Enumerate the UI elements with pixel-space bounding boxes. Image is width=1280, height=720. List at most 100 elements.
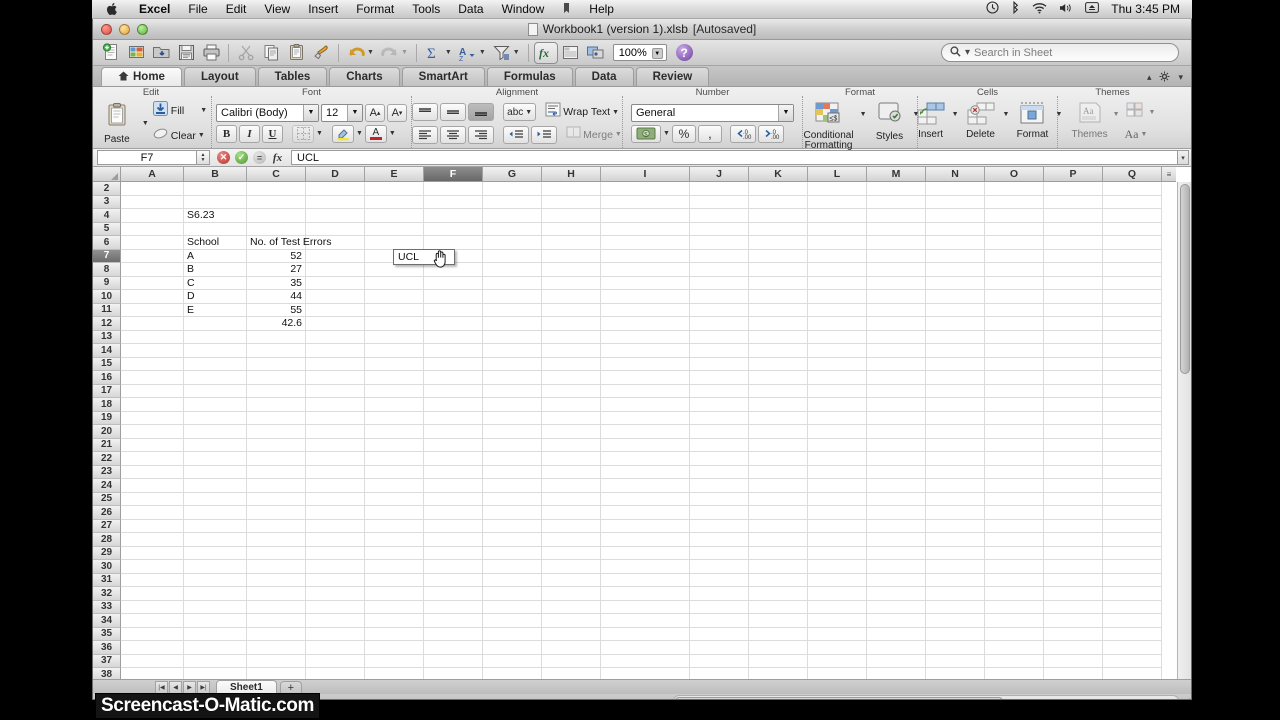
cell-B5[interactable] xyxy=(184,222,247,236)
cell-A17[interactable] xyxy=(121,384,184,398)
cell-C37[interactable] xyxy=(247,654,306,668)
cell-J5[interactable] xyxy=(690,222,749,236)
row-header-26[interactable]: 26 xyxy=(93,506,121,520)
cell-L16[interactable] xyxy=(808,371,867,385)
cell-M30[interactable] xyxy=(867,560,926,574)
cell-M36[interactable] xyxy=(867,641,926,655)
highlight-dropdown-caret[interactable]: ▼ xyxy=(356,130,363,137)
cell-B12[interactable] xyxy=(184,317,247,331)
cell-P6[interactable] xyxy=(1044,236,1103,250)
cell-Q35[interactable] xyxy=(1103,627,1162,641)
cell-G38[interactable] xyxy=(483,668,542,679)
cell-A33[interactable] xyxy=(121,600,184,614)
cell-P12[interactable] xyxy=(1044,317,1103,331)
cell-I14[interactable] xyxy=(601,344,690,358)
cell-B25[interactable] xyxy=(184,492,247,506)
cell-F6[interactable] xyxy=(424,236,483,250)
cell-H2[interactable] xyxy=(542,182,601,196)
cell-G32[interactable] xyxy=(483,587,542,601)
cell-O14[interactable] xyxy=(985,344,1044,358)
cell-I30[interactable] xyxy=(601,560,690,574)
theme-fonts-caret[interactable]: ▼ xyxy=(1141,131,1148,138)
cell-A13[interactable] xyxy=(121,330,184,344)
menu-help[interactable]: Help xyxy=(580,2,623,16)
menu-insert[interactable]: Insert xyxy=(299,2,347,16)
cell-O3[interactable] xyxy=(985,195,1044,209)
cell-D12[interactable] xyxy=(306,317,365,331)
cell-B35[interactable] xyxy=(184,627,247,641)
cell-E17[interactable] xyxy=(365,384,424,398)
cell-I33[interactable] xyxy=(601,600,690,614)
cell-B19[interactable] xyxy=(184,411,247,425)
cell-L17[interactable] xyxy=(808,384,867,398)
cell-J30[interactable] xyxy=(690,560,749,574)
cell-O24[interactable] xyxy=(985,479,1044,493)
scissors-icon[interactable] xyxy=(234,42,258,64)
cell-N8[interactable] xyxy=(926,263,985,277)
cell-E21[interactable] xyxy=(365,438,424,452)
cell-D10[interactable] xyxy=(306,290,365,304)
search-scope-caret[interactable]: ▾ xyxy=(965,47,970,58)
cell-C30[interactable] xyxy=(247,560,306,574)
cell-D29[interactable] xyxy=(306,546,365,560)
font-family-select[interactable]: Calibri (Body) ▼ xyxy=(216,103,319,122)
cell-L14[interactable] xyxy=(808,344,867,358)
cell-I8[interactable] xyxy=(601,263,690,277)
cell-L24[interactable] xyxy=(808,479,867,493)
cell-B21[interactable] xyxy=(184,438,247,452)
cell-E3[interactable] xyxy=(365,195,424,209)
cell-G6[interactable] xyxy=(483,236,542,250)
cell-E11[interactable] xyxy=(365,303,424,317)
cell-C36[interactable] xyxy=(247,641,306,655)
cell-E33[interactable] xyxy=(365,600,424,614)
tab-layout[interactable]: Layout xyxy=(183,67,256,86)
row-header-12[interactable]: 12 xyxy=(93,317,121,331)
cell-B33[interactable] xyxy=(184,600,247,614)
cell-F31[interactable] xyxy=(424,573,483,587)
cell-K23[interactable] xyxy=(749,465,808,479)
fill-button[interactable]: Fill ▼ xyxy=(152,100,207,122)
cell-O27[interactable] xyxy=(985,519,1044,533)
cell-C10[interactable]: 44 xyxy=(247,290,306,304)
cell-K26[interactable] xyxy=(749,506,808,520)
column-header-d[interactable]: D xyxy=(306,167,365,182)
column-header-j[interactable]: J xyxy=(690,167,749,182)
theme-colors-button[interactable]: ▼ xyxy=(1125,101,1155,124)
row-header-27[interactable]: 27 xyxy=(93,519,121,533)
cell-M31[interactable] xyxy=(867,573,926,587)
borders-icon[interactable] xyxy=(292,124,314,143)
cell-D25[interactable] xyxy=(306,492,365,506)
cell-J38[interactable] xyxy=(690,668,749,679)
cell-A19[interactable] xyxy=(121,411,184,425)
cell-F34[interactable] xyxy=(424,614,483,628)
row-header-23[interactable]: 23 xyxy=(93,465,121,479)
cell-B30[interactable] xyxy=(184,560,247,574)
cell-P4[interactable] xyxy=(1044,209,1103,223)
cell-E27[interactable] xyxy=(365,519,424,533)
cell-G11[interactable] xyxy=(483,303,542,317)
cell-G29[interactable] xyxy=(483,546,542,560)
cell-M23[interactable] xyxy=(867,465,926,479)
cell-F26[interactable] xyxy=(424,506,483,520)
cell-K5[interactable] xyxy=(749,222,808,236)
cell-E19[interactable] xyxy=(365,411,424,425)
cell-B8[interactable]: B xyxy=(184,263,247,277)
cell-K10[interactable] xyxy=(749,290,808,304)
cell-O31[interactable] xyxy=(985,573,1044,587)
cell-J20[interactable] xyxy=(690,425,749,439)
cell-B36[interactable] xyxy=(184,641,247,655)
cell-K18[interactable] xyxy=(749,398,808,412)
cell-I16[interactable] xyxy=(601,371,690,385)
decrease-indent-icon[interactable] xyxy=(503,125,530,144)
cell-N3[interactable] xyxy=(926,195,985,209)
cell-H6[interactable] xyxy=(542,236,601,250)
cell-P10[interactable] xyxy=(1044,290,1103,304)
cell-H37[interactable] xyxy=(542,654,601,668)
cell-M9[interactable] xyxy=(867,276,926,290)
cell-Q26[interactable] xyxy=(1103,506,1162,520)
cell-P19[interactable] xyxy=(1044,411,1103,425)
cell-E29[interactable] xyxy=(365,546,424,560)
cell-N5[interactable] xyxy=(926,222,985,236)
cell-I24[interactable] xyxy=(601,479,690,493)
cell-J33[interactable] xyxy=(690,600,749,614)
